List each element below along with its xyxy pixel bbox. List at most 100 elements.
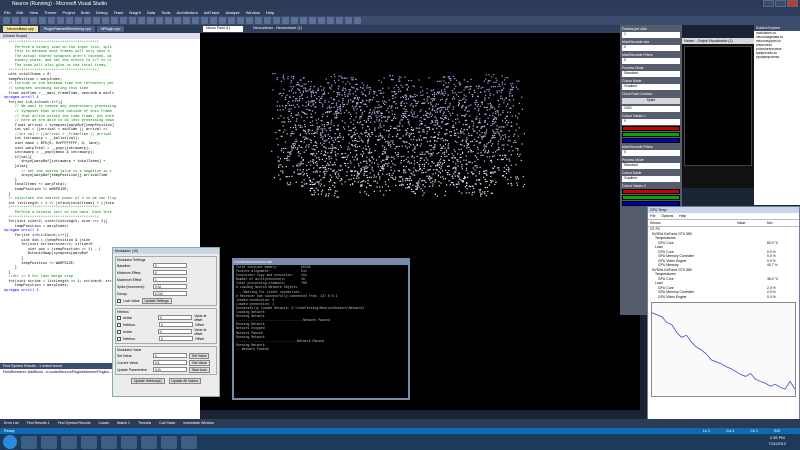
toolbar-button[interactable] (282, 17, 289, 24)
menu-item[interactable]: Window (246, 10, 260, 15)
color-swatch-red[interactable] (622, 189, 680, 194)
toolbar-button[interactable] (345, 17, 352, 24)
toolbar-button[interactable] (3, 17, 10, 24)
menu-item[interactable]: File (650, 214, 655, 218)
bottom-tab[interactable]: Locals (99, 421, 109, 426)
menu-item[interactable]: Debug (96, 10, 108, 15)
setting-field[interactable]: 0 (622, 150, 680, 156)
column-header[interactable]: Min (767, 221, 797, 225)
taskbar-app[interactable] (81, 435, 97, 449)
setting-field[interactable]: 0 (622, 58, 680, 64)
active-checkbox[interactable] (117, 322, 121, 327)
document-tab[interactable]: NPlugin.cpp (96, 26, 125, 32)
menu-item[interactable]: Options (661, 214, 673, 218)
lock-value-checkbox[interactable] (117, 298, 121, 303)
toolbar-button[interactable] (48, 17, 55, 24)
menu-item[interactable]: File (4, 10, 10, 15)
hebbus-input[interactable] (159, 322, 193, 327)
taskbar-app[interactable] (61, 435, 77, 449)
menu-item[interactable]: Analyze (225, 10, 239, 15)
field-input[interactable] (153, 270, 187, 275)
toolbar-button[interactable] (273, 17, 280, 24)
column-header[interactable]: Sensor (650, 221, 737, 225)
bottom-tab[interactable]: Error List (4, 421, 19, 426)
field-dropdown[interactable]: Neuro Field (1) (203, 26, 243, 32)
menu-item[interactable]: Project (62, 10, 74, 15)
spike-count-field[interactable]: 1000 (622, 106, 680, 112)
color-swatch-green[interactable] (622, 195, 680, 200)
toolbar-button[interactable] (237, 17, 244, 24)
menu-item[interactable]: Team (114, 10, 124, 15)
toolbar-button[interactable] (39, 17, 46, 24)
close-button[interactable] (787, 0, 798, 7)
menu-item[interactable]: Edit (16, 10, 23, 15)
color-swatch-red[interactable] (622, 126, 680, 131)
toolbar-button[interactable] (264, 17, 271, 24)
toolbar-button[interactable] (84, 17, 91, 24)
toolbar-button[interactable] (30, 17, 37, 24)
toolbar-button[interactable] (138, 17, 145, 24)
toolbar-button[interactable] (318, 17, 325, 24)
setting-field[interactable]: Gradient (622, 84, 680, 90)
bottom-tab[interactable]: Find Results 1 (27, 421, 50, 426)
menu-item[interactable]: View (29, 10, 38, 15)
toolbar-button[interactable] (354, 17, 361, 24)
taskbar-app[interactable] (141, 435, 157, 449)
toolbar-button[interactable] (336, 17, 343, 24)
toolbar-button[interactable] (66, 17, 73, 24)
document-tab[interactable]: PluginFilamentRendering.cpp (39, 26, 95, 32)
menu-item[interactable]: Tools (161, 10, 170, 15)
bottom-tab[interactable]: Threads (138, 421, 151, 426)
minimize-button[interactable] (763, 0, 774, 7)
hebbus-input[interactable] (158, 329, 193, 334)
field-input[interactable] (153, 263, 187, 268)
active-checkbox[interactable] (117, 336, 121, 341)
menu-item[interactable]: dotTrace (204, 10, 220, 15)
toolbar-button[interactable] (174, 17, 181, 24)
setting-field[interactable]: 0 (622, 119, 680, 125)
toolbar-button[interactable] (300, 17, 307, 24)
bottom-tab[interactable]: Find Symbol Results (58, 421, 91, 426)
update-settings-button[interactable]: Update Settings (141, 297, 172, 304)
toolbar-button[interactable] (246, 17, 253, 24)
toolbar-button[interactable] (129, 17, 136, 24)
setting-field[interactable]: 1 (622, 32, 680, 38)
toolbar-button[interactable] (156, 17, 163, 24)
active-checkbox[interactable] (117, 329, 121, 334)
update-params-input[interactable] (153, 367, 187, 372)
menu-item[interactable]: Build (81, 10, 90, 15)
update-hebbus-button[interactable]: Update Hebbus(s) (130, 377, 165, 384)
bottom-tab[interactable]: Call Stack (159, 421, 175, 426)
field-input[interactable] (153, 284, 187, 289)
toolbar-button[interactable] (192, 17, 199, 24)
set-value-button[interactable]: Set Value (189, 352, 210, 359)
toolbar-button[interactable] (327, 17, 334, 24)
system-clock[interactable]: 2:35 PM 7/11/2012 (769, 435, 787, 447)
menu-item[interactable]: Architecture (177, 10, 198, 15)
document-tab[interactable]: NeuronBase.cpp (3, 26, 38, 32)
update-all-values-button[interactable]: Update All Values (168, 377, 202, 384)
taskbar-app[interactable] (121, 435, 137, 449)
menu-item[interactable]: Help (679, 214, 686, 218)
toolbar-button[interactable] (210, 17, 217, 24)
toolbar-button[interactable] (75, 17, 82, 24)
toolbar-button[interactable] (183, 17, 190, 24)
set-value-input[interactable] (153, 353, 187, 358)
spike-button[interactable]: Spike (622, 98, 680, 104)
start-button[interactable] (3, 435, 17, 449)
toolbar-button[interactable] (147, 17, 154, 24)
taskbar-app[interactable] (101, 435, 117, 449)
toolbar-button[interactable] (21, 17, 28, 24)
toolbar-button[interactable] (102, 17, 109, 24)
toolbar-button[interactable] (309, 17, 316, 24)
hebbus-input[interactable] (159, 336, 193, 341)
active-checkbox[interactable] (117, 315, 121, 320)
menu-item[interactable]: Theme (44, 10, 56, 15)
toolbar-button[interactable] (120, 17, 127, 24)
field-input[interactable] (153, 277, 187, 282)
field-input[interactable] (153, 291, 187, 296)
bottom-tab[interactable]: Watch 1 (117, 421, 130, 426)
toolbar-button[interactable] (228, 17, 235, 24)
current-value-input[interactable] (153, 360, 187, 365)
setting-field[interactable]: Standard (622, 163, 680, 169)
